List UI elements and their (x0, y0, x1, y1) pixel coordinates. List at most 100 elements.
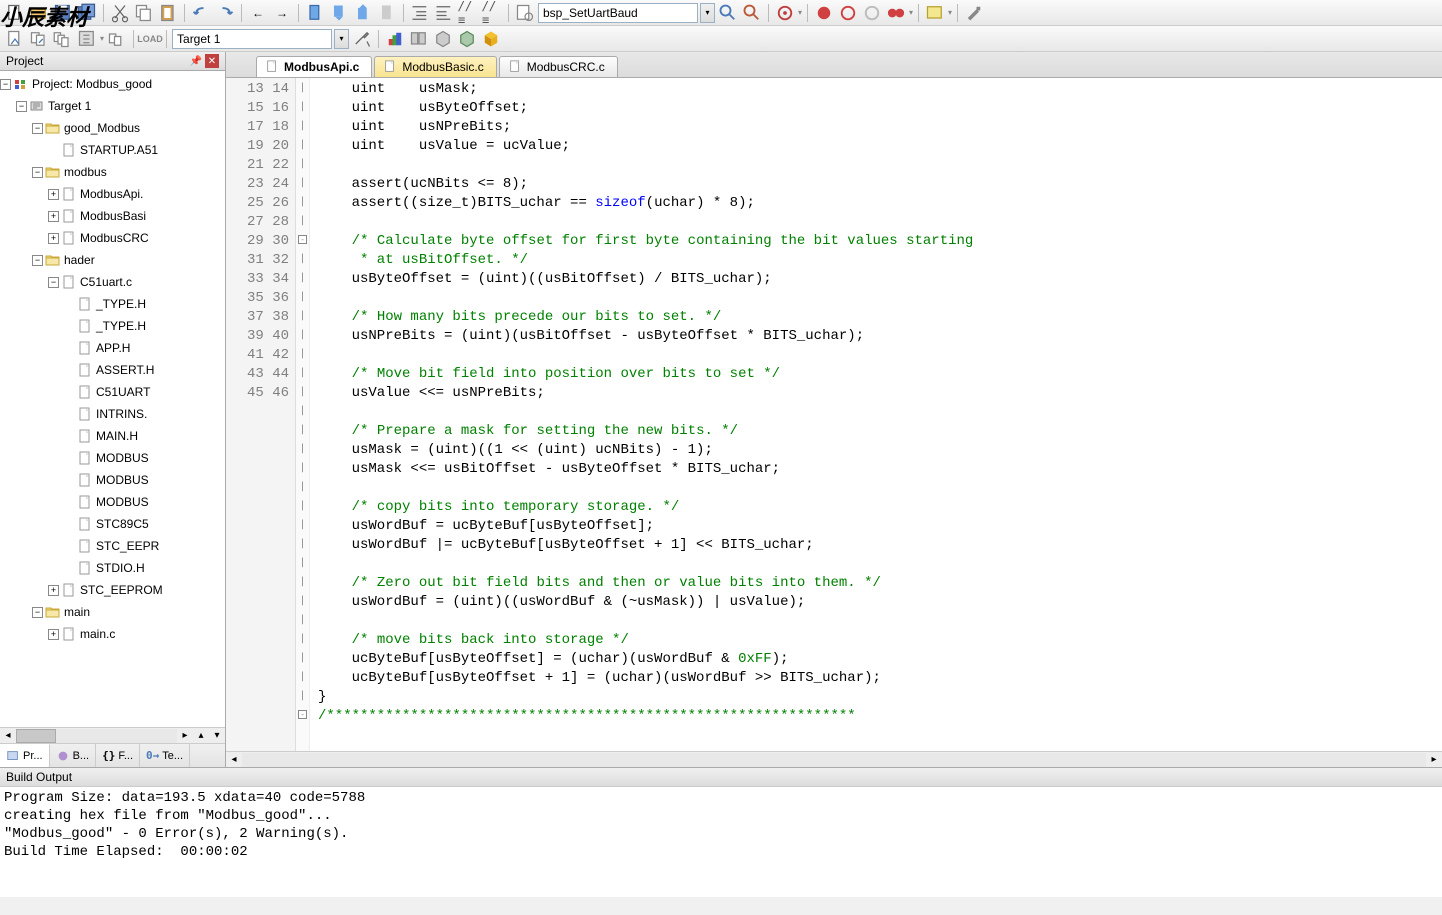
tree-file[interactable]: MODBUS (0, 469, 225, 491)
tree-toggle-icon[interactable]: − (32, 123, 43, 134)
scroll-right-icon[interactable]: ▸ (1426, 754, 1442, 765)
tree-toggle-icon[interactable]: − (32, 167, 43, 178)
panel-tab[interactable]: Pr... (0, 744, 50, 767)
target-combo[interactable]: Target 1 (172, 29, 332, 49)
scroll-up-icon[interactable]: ▴ (193, 730, 209, 741)
outdent-icon[interactable] (433, 2, 455, 24)
file-ext-icon[interactable] (384, 28, 406, 50)
editor-tab[interactable]: ModbusBasic.c (374, 56, 496, 77)
breakpoint-disable-icon[interactable] (861, 2, 883, 24)
scroll-down-icon[interactable]: ▾ (209, 730, 225, 741)
comment-icon[interactable]: //≡ (457, 2, 479, 24)
find-icon[interactable] (717, 2, 739, 24)
scroll-thumb[interactable] (16, 729, 56, 743)
tree-group[interactable]: −modbus (0, 161, 225, 183)
tree-file[interactable]: STARTUP.A51 (0, 139, 225, 161)
redo-icon[interactable] (214, 2, 236, 24)
breakpoint-enable-icon[interactable] (837, 2, 859, 24)
tree-file[interactable]: _TYPE.H (0, 293, 225, 315)
scroll-right-icon[interactable]: ▸ (177, 730, 193, 741)
tree-file[interactable]: C51UART (0, 381, 225, 403)
tree-file[interactable]: +ModbusApi. (0, 183, 225, 205)
dropdown-arrow-icon[interactable]: ▾ (100, 34, 104, 43)
tree-file[interactable]: APP.H (0, 337, 225, 359)
tree-toggle-icon[interactable]: + (48, 585, 59, 596)
pack-install-icon[interactable] (456, 28, 478, 50)
target-dropdown[interactable]: ▾ (334, 29, 349, 49)
build-output-content[interactable]: Program Size: data=193.5 xdata=40 code=5… (0, 787, 1442, 897)
bookmark-icon[interactable] (304, 2, 326, 24)
tree-toggle-icon[interactable]: + (48, 233, 59, 244)
tree-file[interactable]: ASSERT.H (0, 359, 225, 381)
tree-file[interactable]: STDIO.H (0, 557, 225, 579)
tree-group[interactable]: −good_Modbus (0, 117, 225, 139)
editor-hscroll[interactable]: ◂ ▸ (226, 751, 1442, 767)
tree-file[interactable]: +ModbusCRC (0, 227, 225, 249)
find-combo[interactable]: bsp_SetUartBaud (538, 3, 698, 23)
editor-tab[interactable]: ModbusCRC.c (499, 56, 618, 77)
bookmark-clear-icon[interactable] (376, 2, 398, 24)
select-pack-icon[interactable] (432, 28, 454, 50)
breakpoint-kill-icon[interactable] (885, 2, 907, 24)
tree-toggle-icon[interactable]: − (16, 101, 27, 112)
paste-icon[interactable] (157, 2, 179, 24)
find-in-files-icon[interactable] (514, 2, 536, 24)
tree-target[interactable]: −Target 1 (0, 95, 225, 117)
tree-file[interactable]: MODBUS (0, 447, 225, 469)
new-file-icon[interactable] (4, 2, 26, 24)
fold-toggle-icon[interactable]: - (298, 710, 307, 719)
tree-toggle-icon[interactable]: + (48, 189, 59, 200)
tree-file[interactable]: MAIN.H (0, 425, 225, 447)
pin-icon[interactable]: 📌 (189, 54, 203, 68)
code-content[interactable]: uint usMask; uint usByteOffset; uint usN… (310, 78, 1442, 751)
manage-rte-icon[interactable] (480, 28, 502, 50)
window-icon[interactable] (924, 2, 946, 24)
tree-group[interactable]: −main (0, 601, 225, 623)
undo-icon[interactable] (190, 2, 212, 24)
tree-file[interactable]: +main.c (0, 623, 225, 645)
tree-toggle-icon[interactable]: − (32, 255, 43, 266)
stop-build-icon[interactable] (106, 28, 128, 50)
bookmark-next-icon[interactable] (352, 2, 374, 24)
copy-icon[interactable] (133, 2, 155, 24)
batch-build-icon[interactable] (76, 28, 98, 50)
nav-back-icon[interactable]: ← (247, 2, 269, 24)
tree-toggle-icon[interactable]: + (48, 629, 59, 640)
tree-hscroll[interactable]: ◂ ▸ ▴ ▾ (0, 727, 225, 743)
tree-file[interactable]: STC89C5 (0, 513, 225, 535)
tree-file[interactable]: +STC_EEPROM (0, 579, 225, 601)
dropdown-arrow-icon[interactable]: ▾ (798, 8, 802, 17)
incremental-find-icon[interactable] (741, 2, 763, 24)
tree-group[interactable]: −hader (0, 249, 225, 271)
translate-icon[interactable] (4, 28, 26, 50)
tree-file[interactable]: MODBUS (0, 491, 225, 513)
nav-forward-icon[interactable]: → (271, 2, 293, 24)
panel-tab[interactable]: 0→Te... (140, 744, 190, 767)
uncomment-icon[interactable]: //≡ (481, 2, 503, 24)
tree-file[interactable]: STC_EEPR (0, 535, 225, 557)
scroll-left-icon[interactable]: ◂ (226, 754, 242, 765)
fold-toggle-icon[interactable]: - (298, 235, 307, 244)
tree-toggle-icon[interactable]: − (32, 607, 43, 618)
indent-icon[interactable] (409, 2, 431, 24)
build-icon[interactable] (28, 28, 50, 50)
tree-toggle-icon[interactable]: − (0, 79, 11, 90)
configure-icon[interactable] (963, 2, 985, 24)
open-icon[interactable] (28, 2, 50, 24)
tree-project-root[interactable]: −Project: Modbus_good (0, 73, 225, 95)
tree-file[interactable]: INTRINS. (0, 403, 225, 425)
fold-gutter[interactable]: ||||||||-||||||||||||||||||||||||- (296, 78, 310, 751)
project-tree[interactable]: −Project: Modbus_good−Target 1−good_Modb… (0, 71, 225, 727)
breakpoint-insert-icon[interactable] (813, 2, 835, 24)
panel-tab[interactable]: {}F... (96, 744, 140, 767)
save-icon[interactable] (52, 2, 74, 24)
download-icon[interactable]: LOAD (139, 28, 161, 50)
dropdown-arrow-icon[interactable]: ▾ (948, 8, 952, 17)
cut-icon[interactable] (109, 2, 131, 24)
manage-icon[interactable] (408, 28, 430, 50)
editor-tab[interactable]: ModbusApi.c (256, 56, 372, 77)
find-combo-dropdown[interactable]: ▾ (700, 3, 715, 23)
debug-icon[interactable] (774, 2, 796, 24)
tree-toggle-icon[interactable]: + (48, 211, 59, 222)
dropdown-arrow-icon[interactable]: ▾ (909, 8, 913, 17)
